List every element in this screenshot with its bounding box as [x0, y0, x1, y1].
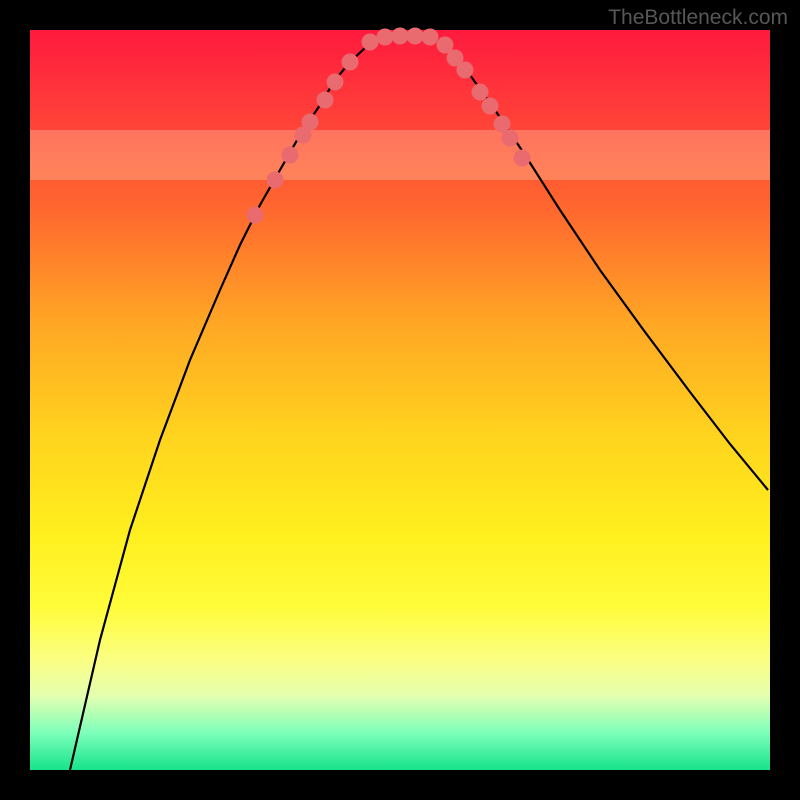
data-point — [392, 28, 409, 45]
data-point — [247, 207, 264, 224]
data-point — [267, 172, 284, 189]
data-points-group — [247, 28, 531, 224]
data-point — [502, 130, 519, 147]
data-point — [342, 54, 359, 71]
data-point — [407, 28, 424, 45]
data-point — [457, 62, 474, 79]
chart-svg — [30, 30, 770, 770]
data-point — [302, 114, 319, 131]
watermark-text: TheBottleneck.com — [608, 6, 788, 30]
data-point — [514, 150, 531, 167]
bottleneck-curve — [70, 36, 768, 770]
data-point — [472, 84, 489, 101]
data-point — [317, 92, 334, 109]
data-point — [282, 147, 299, 164]
data-point — [377, 29, 394, 46]
data-point — [482, 98, 499, 115]
data-point — [362, 34, 379, 51]
data-point — [422, 29, 439, 46]
plot-area — [30, 30, 770, 770]
data-point — [327, 74, 344, 91]
